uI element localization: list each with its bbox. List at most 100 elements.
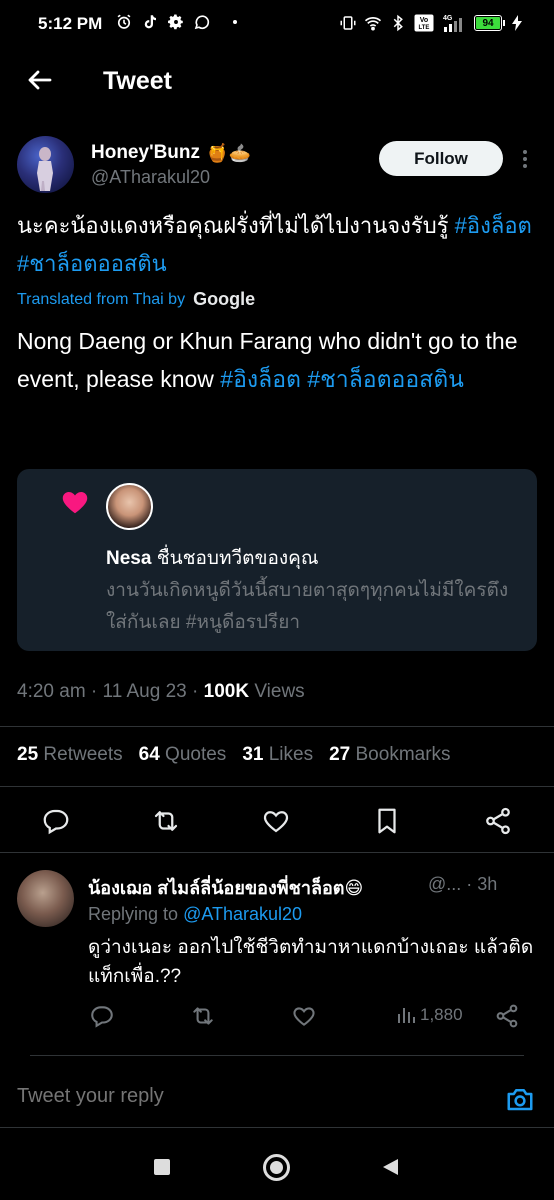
tweet-time: 4:20 am	[17, 681, 86, 702]
liked-tweet-text: งานวันเกิดหนูดีวันนี้สบายตาสุดๆทุกคนไม่ม…	[106, 580, 509, 633]
camera-icon[interactable]	[505, 1084, 535, 1114]
divider	[0, 786, 554, 787]
views-count: 100K	[203, 681, 250, 702]
whatsapp-icon	[194, 15, 210, 30]
quotes-count: 64	[138, 744, 160, 765]
reply-views-count: 1,880	[420, 1005, 463, 1024]
tweet-body: นะคะน้องแดงหรือคุณฝรั่งที่ไม่ได้ไปงานจงร…	[17, 213, 455, 238]
svg-text:Vo: Vo	[420, 17, 428, 24]
svg-text:LTE: LTE	[419, 25, 430, 31]
analytics-icon	[398, 1008, 415, 1023]
tweet-text: นะคะน้องแดงหรือคุณฝรั่งที่ไม่ได้ไปงานจงร…	[17, 207, 537, 283]
separator: ·	[85, 681, 103, 702]
separator: ·	[186, 681, 204, 702]
likes-count: 31	[242, 744, 264, 765]
vibrate-icon	[340, 16, 356, 30]
retweets-label: Retweets	[38, 744, 123, 765]
translation-attribution[interactable]: Translated from Thai by Google	[17, 289, 255, 310]
reply-author-handle: @... · 3h	[428, 874, 498, 894]
notification-dot	[233, 20, 237, 24]
liker-action: ชื่นชอบทวีตของคุณ	[151, 548, 319, 569]
back-arrow-icon[interactable]	[25, 65, 55, 95]
signal-icon: 4G	[443, 15, 462, 32]
views-label: Views	[249, 681, 305, 702]
author-name-emoji: 🍯🥧	[206, 142, 251, 163]
wifi-icon	[364, 17, 382, 31]
volte-icon: VoLTE	[414, 14, 434, 32]
status-time: 5:12 PM	[38, 14, 103, 33]
liked-tweet-card[interactable]: Nesa ชื่นชอบทวีตของคุณ งานวันเกิดหนูดีวั…	[17, 469, 537, 651]
bookmark-icon[interactable]	[372, 806, 402, 836]
reply-input[interactable]	[17, 1085, 477, 1108]
divider	[30, 1055, 524, 1056]
status-bar: 5:12 PM Vo LTE 4G 94	[0, 0, 554, 50]
translated-label: Translated from Thai by	[17, 290, 186, 308]
tweet-timestamp: 4:20 am · 11 Aug 23 · 100K Views	[17, 681, 305, 703]
liker-name: Nesa	[106, 548, 152, 569]
reply-icon[interactable]	[89, 1003, 115, 1029]
retweet-icon[interactable]	[190, 1003, 216, 1029]
author-name-text: Honey'Bunz	[91, 142, 201, 163]
battery-indicator: 94	[474, 15, 505, 31]
reply-composer	[0, 1072, 554, 1128]
charging-icon	[512, 15, 522, 31]
likes-label: Likes	[263, 744, 314, 765]
like-icon[interactable]	[291, 1003, 317, 1029]
retweet-icon[interactable]	[151, 806, 181, 836]
tweet-action-bar	[0, 803, 554, 839]
tweet-date: 11 Aug 23	[102, 681, 187, 702]
retweets-stat[interactable]: 25 Retweets	[17, 744, 123, 766]
hashtag-link[interactable]: #อิงล็อต	[455, 213, 532, 238]
divider	[0, 726, 554, 727]
quotes-stat[interactable]: 64 Quotes	[139, 744, 227, 766]
status-left-icons	[115, 13, 237, 31]
alarm-icon	[117, 14, 131, 29]
divider	[0, 1127, 554, 1128]
likes-stat[interactable]: 31 Likes	[242, 744, 313, 766]
author-name[interactable]: Honey'Bunz 🍯🥧	[91, 142, 251, 164]
recents-button[interactable]	[154, 1159, 170, 1175]
bookmarks-count: 27	[329, 744, 351, 765]
divider	[0, 852, 554, 853]
like-icon[interactable]	[261, 806, 291, 836]
translated-text: Nong Daeng or Khun Farang who didn't go …	[17, 322, 542, 398]
liker-line: Nesa ชื่นชอบทวีตของคุณ	[106, 543, 319, 573]
bookmarks-stat[interactable]: 27 Bookmarks	[329, 744, 450, 766]
hashtag-link[interactable]: #ชาล็อตออสติน	[307, 366, 464, 392]
views-button[interactable]: 1,880	[396, 1005, 463, 1025]
reply-icon[interactable]	[41, 806, 71, 836]
reply-action-bar: 1,880	[0, 1001, 554, 1031]
more-options-icon[interactable]	[515, 147, 535, 171]
reply-author-name[interactable]: น้องเฌอ สไมล์ลี่น้อยของพี่ชาล็อต😄	[88, 873, 363, 902]
top-app-bar: Tweet	[0, 50, 554, 112]
engagement-stats: 25 Retweets 64 Quotes 31 Likes 27 Bookma…	[17, 744, 451, 766]
follow-button[interactable]: Follow	[379, 141, 503, 176]
status-right-icons: Vo LTE 4G 94	[339, 13, 522, 33]
gear-icon	[168, 14, 183, 30]
tiktok-icon	[144, 15, 156, 29]
reply-text: ดูว่างเนอะ ออกไปใช้ชีวิตทำมาหาแดกบ้างเถอ…	[88, 937, 534, 987]
replying-to-handle[interactable]: @ATharakul20	[183, 904, 302, 924]
hashtag-link[interactable]: #อิงล็อต	[220, 366, 301, 392]
bluetooth-icon	[393, 14, 403, 32]
author-handle[interactable]: @ATharakul20	[91, 167, 210, 188]
liker-avatar[interactable]	[106, 483, 153, 530]
battery-level: 94	[476, 17, 500, 29]
replying-to: Replying to @ATharakul20	[88, 904, 302, 925]
page-title: Tweet	[103, 67, 172, 95]
system-nav-bar	[0, 1138, 554, 1200]
retweets-count: 25	[17, 744, 39, 765]
bookmarks-label: Bookmarks	[350, 744, 451, 765]
share-icon[interactable]	[494, 1003, 520, 1029]
back-triangle-icon[interactable]	[381, 1158, 399, 1176]
author-avatar[interactable]	[17, 136, 74, 193]
share-icon[interactable]	[483, 806, 513, 836]
replying-to-label: Replying to	[88, 904, 184, 924]
hashtag-link[interactable]: #ชาล็อตออสติน	[17, 251, 167, 276]
google-logo: Google	[193, 289, 256, 309]
home-button[interactable]	[263, 1154, 290, 1181]
heart-filled-icon	[62, 492, 88, 514]
svg-text:4G: 4G	[443, 15, 453, 22]
reply-avatar[interactable]	[17, 870, 74, 927]
quotes-label: Quotes	[159, 744, 227, 765]
